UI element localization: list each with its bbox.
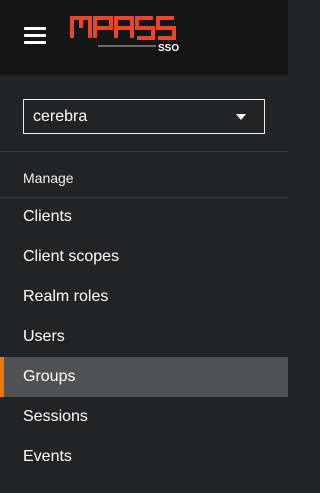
sidebar-item-sessions[interactable]: Sessions <box>0 397 288 437</box>
masthead: SSO <box>0 0 288 75</box>
mpass-sso-logo[interactable]: SSO <box>70 14 184 56</box>
sidebar-item-users[interactable]: Users <box>0 317 288 357</box>
realm-selector-value: cerebra <box>33 108 88 125</box>
hamburger-icon[interactable] <box>24 27 46 47</box>
divider <box>0 151 288 152</box>
nav-section-title: Manage <box>23 170 74 186</box>
sidebar-item-events[interactable]: Events <box>0 437 288 477</box>
sidebar-item-label: Sessions <box>23 408 88 425</box>
sidebar-item-client-scopes[interactable]: Client scopes <box>0 237 288 277</box>
sidebar-item-clients[interactable]: Clients <box>0 197 288 237</box>
sidebar-item-label: Groups <box>23 368 76 385</box>
sidebar-item-label: Clients <box>23 208 72 225</box>
caret-down-icon <box>236 114 246 120</box>
sidebar-item-label: Client scopes <box>23 248 120 265</box>
realm-selector[interactable]: cerebra <box>23 99 265 134</box>
sidebar-item-label: Users <box>23 328 65 345</box>
sidebar-item-realm-roles[interactable]: Realm roles <box>0 277 288 317</box>
sidebar-item-label: Events <box>23 448 72 465</box>
sidebar-item-groups[interactable]: Groups <box>0 357 288 397</box>
svg-text:SSO: SSO <box>158 43 179 54</box>
sidebar-item-label: Realm roles <box>23 288 109 305</box>
